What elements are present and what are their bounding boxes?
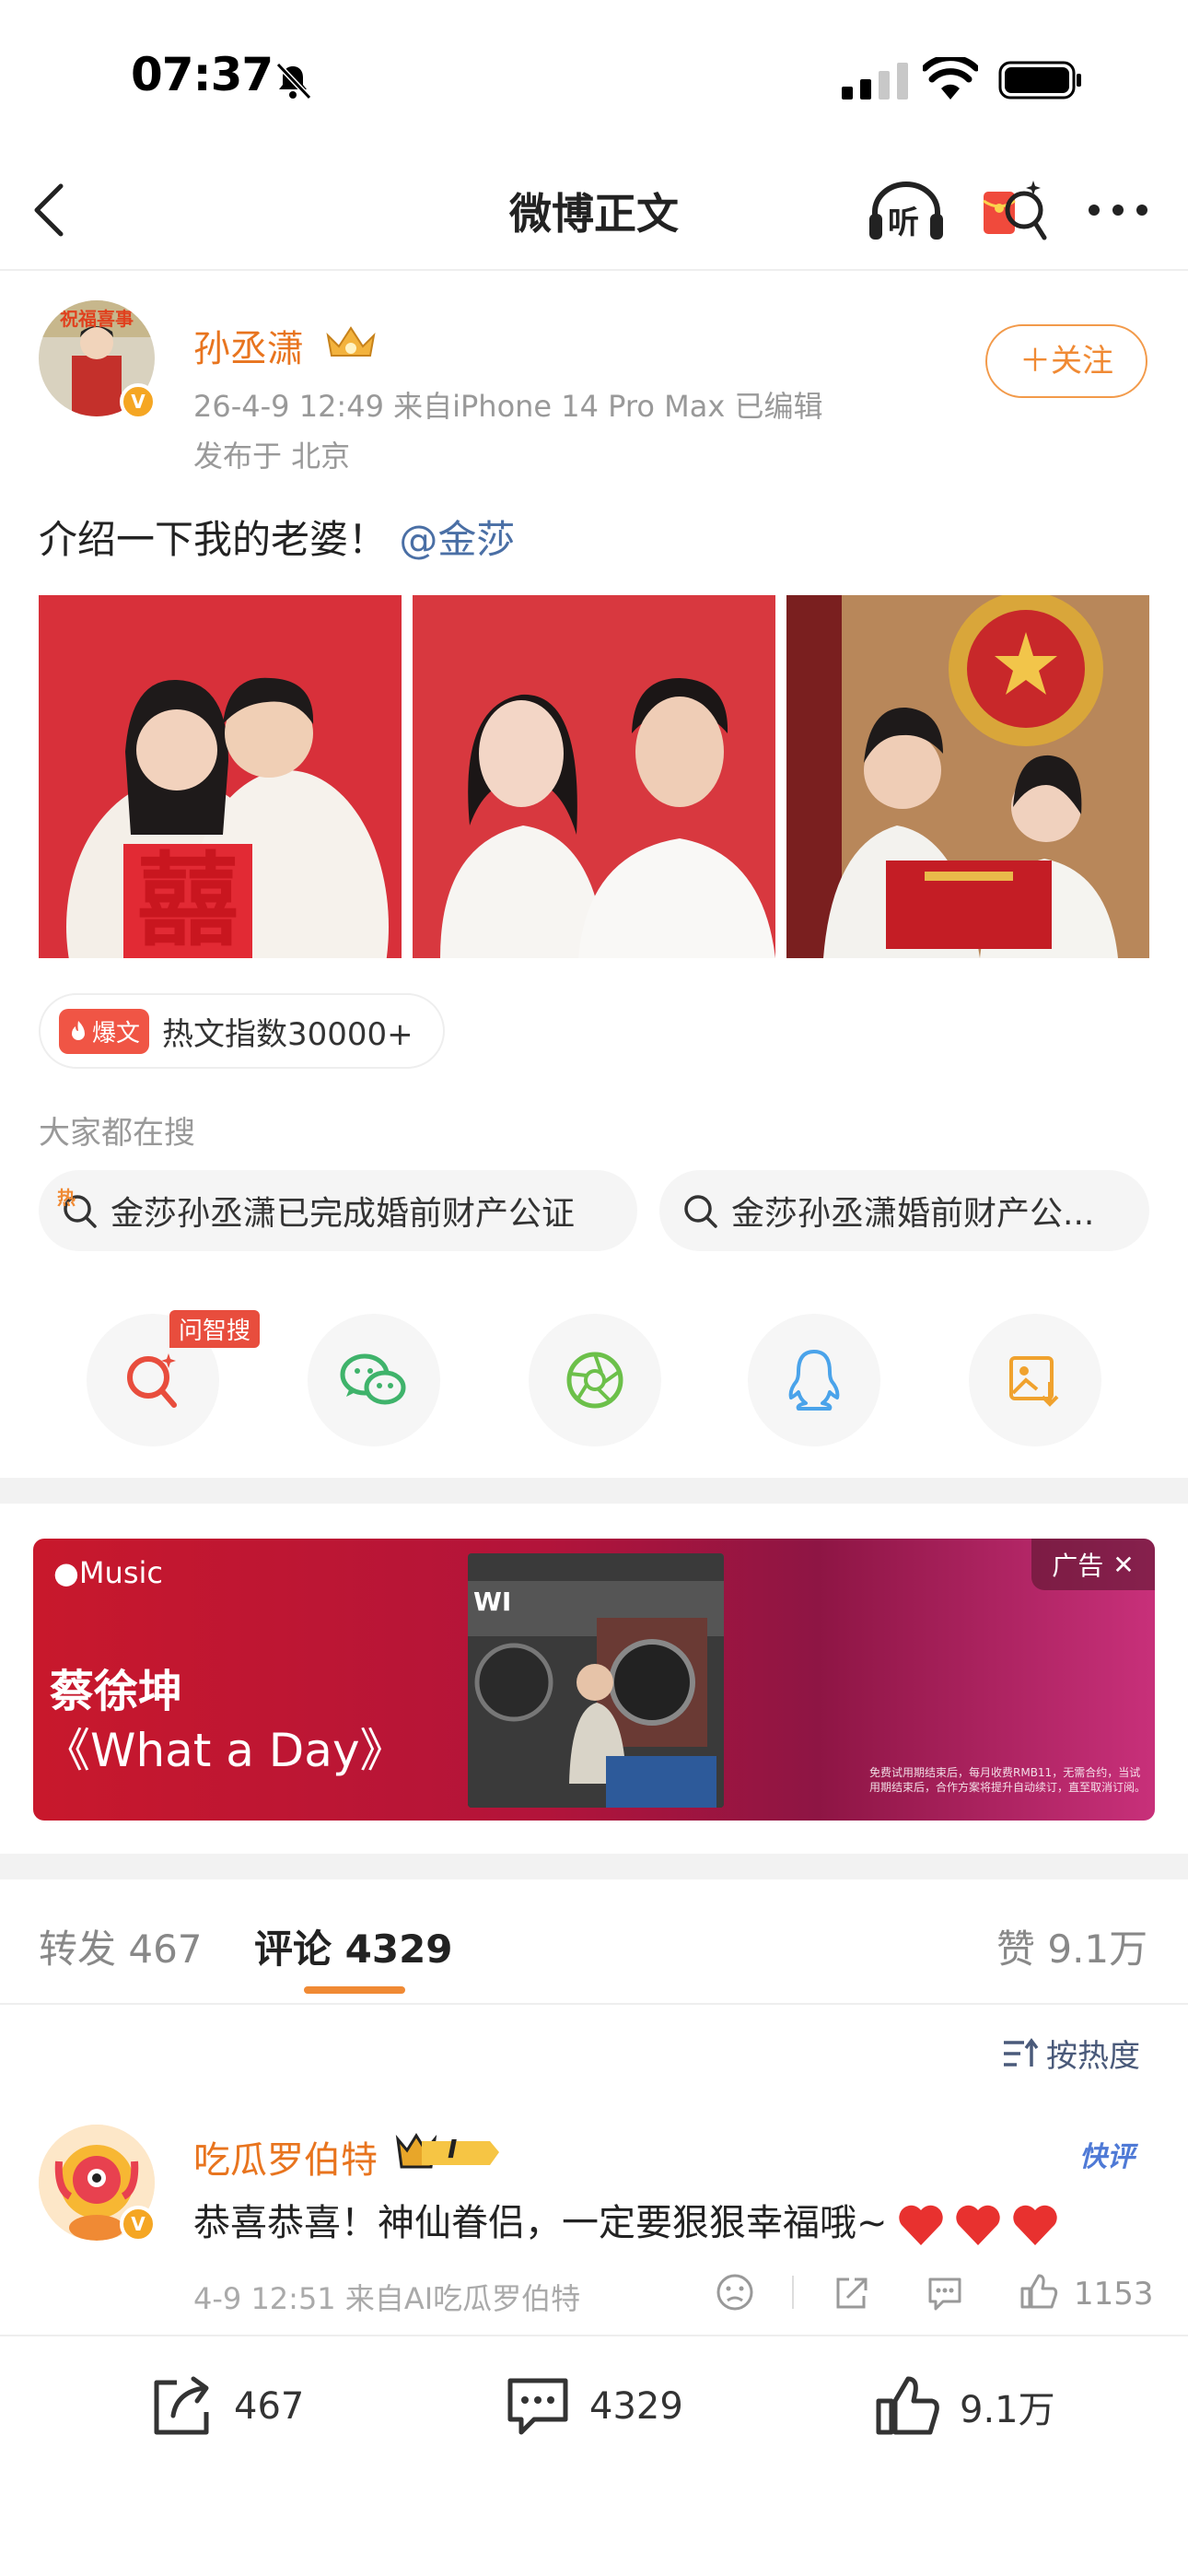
heart-icon: [898, 2205, 943, 2245]
fire-icon: [72, 1021, 85, 1040]
post-location: 发布于 北京: [193, 439, 351, 474]
post-photo-3[interactable]: [786, 595, 1149, 958]
sort-icon: [1004, 2037, 1039, 2067]
tabs-divider: [0, 2003, 1188, 2005]
heart-icon: [955, 2205, 1000, 2245]
bottom-repost-count: 467: [234, 2385, 305, 2428]
hot-index-pill[interactable]: 爆文 热文指数30000+: [39, 993, 445, 1069]
repost-icon: [154, 2376, 209, 2435]
post-photo-2[interactable]: [413, 595, 775, 958]
svg-text:WI: WI: [473, 1587, 511, 1617]
comment-text: 恭喜恭喜！神仙眷侣，一定要狠狠幸福哦~: [193, 2193, 1059, 2247]
bottom-like-button[interactable]: 9.1万: [873, 2373, 1055, 2440]
post-body: 介绍一下我的老婆！: [39, 517, 388, 562]
share-wechat-button[interactable]: [308, 1314, 440, 1446]
wechat-icon: [340, 1353, 406, 1405]
bottom-bar-divider: [0, 2335, 1188, 2336]
section-gap-2: [0, 1854, 1188, 1879]
crown-icon: [326, 326, 376, 357]
search-chip-2[interactable]: 金莎孙丞潇婚前财产公...: [659, 1170, 1149, 1251]
ai-search-icon: [127, 1353, 177, 1408]
search-chip-2-label: 金莎孙丞潇婚前财产公...: [731, 1195, 1095, 1233]
heart-icon: [1012, 2205, 1057, 2245]
listen-button[interactable]: 听: [868, 177, 945, 243]
apple-icon: ●: [53, 1555, 79, 1590]
search-chip-1[interactable]: 热 金莎孙丞潇已完成婚前财产公证: [39, 1170, 637, 1251]
tab-comment[interactable]: 评论 4329: [254, 1918, 453, 1974]
active-tab-indicator: [304, 1986, 405, 1994]
more-icon[interactable]: [1087, 201, 1149, 219]
comment-action-separator: [792, 2276, 794, 2309]
bottom-comment-count: 4329: [589, 2385, 683, 2428]
comment-like-icon[interactable]: [1019, 2272, 1059, 2313]
wifi-icon: [923, 57, 978, 100]
share-qq-button[interactable]: [748, 1314, 880, 1446]
ad-banner[interactable]: ●Music 蔡徐坤 《What a Day》 WI 广告 ✕ 免费试用期结束后…: [33, 1539, 1155, 1821]
save-image-icon: [1009, 1356, 1059, 1407]
save-image-button[interactable]: [969, 1314, 1101, 1446]
signal-icon: [842, 63, 908, 100]
post-text: 介绍一下我的老婆！ @金莎: [39, 509, 515, 565]
ad-song: 《What a Day》: [44, 1724, 406, 1777]
red-packet-search-icon[interactable]: [980, 177, 1048, 245]
avatar-banner-text: 祝福喜事: [60, 308, 134, 330]
bottom-like-count: 9.1万: [960, 2389, 1055, 2431]
section-gap: [0, 1478, 1188, 1504]
hot-search-icon: 热: [57, 1187, 98, 1229]
moments-icon: [566, 1352, 623, 1409]
verified-badge: V: [120, 383, 157, 420]
hot-badge: 爆文: [59, 1008, 150, 1054]
post-photo-1[interactable]: 囍: [39, 595, 402, 958]
qq-icon: [788, 1350, 840, 1411]
commenter-verified-badge: V: [120, 2206, 157, 2242]
bell-muted-icon: [275, 62, 312, 100]
sort-button[interactable]: 按热度: [1002, 2031, 1140, 2076]
status-time: 07:37: [131, 48, 274, 101]
comment-share-icon[interactable]: [831, 2272, 871, 2313]
comment-icon: [507, 2378, 568, 2435]
ad-tag-label: 广告: [1052, 1551, 1104, 1581]
hot-badge-label: 爆文: [92, 1019, 141, 1048]
vip-level: I: [448, 2134, 458, 2164]
ai-search-tag: 问智搜: [169, 1310, 261, 1348]
search-chip-1-label: 金莎孙丞潇已完成婚前财产公证: [111, 1195, 576, 1233]
ad-brand: ●Music: [53, 1555, 163, 1590]
search-section-title: 大家都在搜: [39, 1115, 195, 1152]
sort-label: 按热度: [1046, 2038, 1140, 2075]
ad-artist: 蔡徐坤: [50, 1666, 183, 1717]
like-icon: [876, 2376, 939, 2435]
bottom-repost-button[interactable]: 467: [147, 2373, 304, 2440]
ad-fine-print: 免费试用期结束后，每月收费RMB11，无需合约，当试用期结束后，合作方案将提升自…: [869, 1766, 1147, 1794]
hot-index-text: 热文指数30000+: [162, 1015, 413, 1053]
mention-link[interactable]: @金莎: [399, 517, 515, 562]
share-moments-button[interactable]: [529, 1314, 661, 1446]
svg-text:囍: 囍: [137, 842, 239, 958]
comment-meta: 4-9 12:51 来自AI吃瓜罗伯特: [193, 2281, 581, 2316]
battery-icon: [998, 61, 1081, 100]
comment-body: 恭喜恭喜！神仙眷侣，一定要狠狠幸福哦~: [193, 2202, 888, 2244]
comment-reply-icon[interactable]: [925, 2272, 965, 2313]
post-meta: 26-4-9 12:49 来自iPhone 14 Pro Max 已编辑: [193, 389, 823, 424]
ad-tag[interactable]: 广告 ✕: [1031, 1539, 1155, 1590]
poster-name[interactable]: 孙丞潇: [193, 319, 304, 372]
bottom-comment-button[interactable]: 4329: [503, 2373, 683, 2440]
comment-like-count: 1153: [1074, 2276, 1154, 2313]
close-icon[interactable]: ✕: [1112, 1550, 1134, 1580]
tab-repost[interactable]: 转发 467: [39, 1918, 203, 1974]
quick-review-badge: 快评: [1079, 2141, 1135, 2173]
nav-divider: [0, 269, 1188, 271]
commenter-name[interactable]: 吃瓜罗伯特: [193, 2130, 378, 2184]
hot-mark: 热: [57, 1187, 76, 1209]
dislike-face-icon[interactable]: [715, 2272, 755, 2313]
ad-album-art: WI: [468, 1553, 724, 1808]
listen-label: 听: [888, 205, 919, 241]
follow-button[interactable]: ＋关注: [985, 324, 1147, 398]
tab-like[interactable]: 赞 9.1万: [996, 1918, 1147, 1974]
search-icon: [684, 1195, 717, 1228]
